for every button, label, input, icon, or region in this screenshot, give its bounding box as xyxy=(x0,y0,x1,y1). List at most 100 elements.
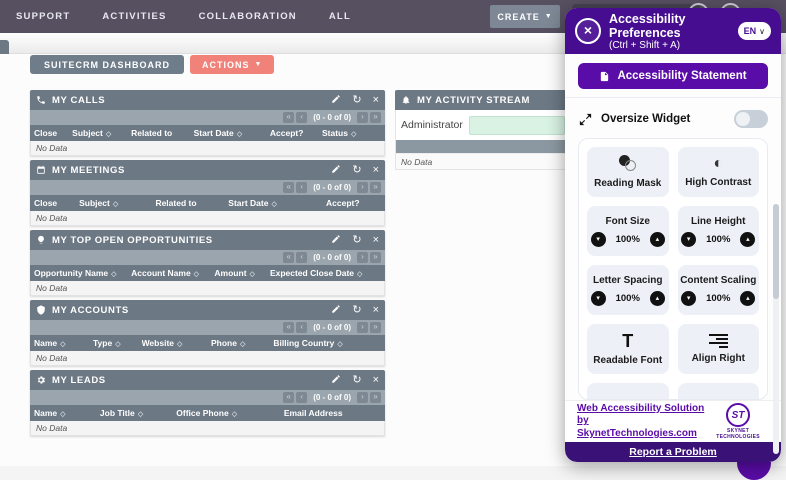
align-left-card[interactable] xyxy=(677,383,759,399)
pager-last-button[interactable]: » xyxy=(370,112,381,123)
create-button[interactable]: CREATE ▼ xyxy=(490,5,560,28)
post-input[interactable] xyxy=(468,115,565,135)
nav-item-collaboration[interactable]: COLLABORATION xyxy=(183,11,313,22)
pager-last-button[interactable]: » xyxy=(370,182,381,193)
pager-prev-button[interactable]: ‹ xyxy=(296,182,308,193)
oversize-widget-label: Oversize Widget xyxy=(601,113,691,125)
readable-font-card[interactable]: T Readable Font xyxy=(587,324,669,374)
create-label: CREATE xyxy=(497,11,540,22)
column-related-to[interactable]: Related to xyxy=(155,198,228,208)
pager-prev-button[interactable]: ‹ xyxy=(296,322,308,333)
suitecrm-dashboard-button[interactable]: SUITECRM DASHBOARD xyxy=(30,55,184,74)
decrease-button[interactable]: ▾ xyxy=(590,290,606,306)
column-start-date[interactable]: Start Date ◇ xyxy=(194,128,270,138)
font-size-value: 100% xyxy=(615,233,640,245)
sort-icon: ◇ xyxy=(337,341,343,348)
column-account-name[interactable]: Account Name ◇ xyxy=(131,268,214,278)
skynet-link[interactable]: Web Accessibility Solution by SkynetTech… xyxy=(577,403,707,441)
column-type[interactable]: Type ◇ xyxy=(93,338,142,348)
increase-button[interactable]: ▴ xyxy=(740,231,756,247)
nav-item-support[interactable]: SUPPORT xyxy=(0,11,86,22)
accessibility-statement-button[interactable]: Accessibility Statement xyxy=(578,63,768,89)
column-phone[interactable]: Phone ◇ xyxy=(211,338,273,348)
column-start-date[interactable]: Start Date ◇ xyxy=(228,198,304,208)
pager-prev-button[interactable]: ‹ xyxy=(296,392,308,403)
column-close[interactable]: Close xyxy=(34,198,79,208)
decrease-button[interactable]: ▾ xyxy=(681,290,697,306)
edit-icon[interactable] xyxy=(331,234,341,247)
column-amount[interactable]: Amount ◇ xyxy=(214,268,270,278)
no-data-text: No Data xyxy=(36,213,68,223)
pager-next-button[interactable]: › xyxy=(357,392,368,403)
pager-first-button[interactable]: « xyxy=(283,112,295,123)
pager-last-button[interactable]: » xyxy=(370,392,381,403)
close-icon[interactable]: × xyxy=(373,374,379,386)
pager-next-button[interactable]: › xyxy=(357,322,368,333)
refresh-icon[interactable]: ↻ xyxy=(352,164,361,176)
pager-next-button[interactable]: › xyxy=(357,112,368,123)
column-website[interactable]: Website ◇ xyxy=(142,338,211,348)
refresh-icon[interactable]: ↻ xyxy=(352,94,361,106)
pager-last-button[interactable]: » xyxy=(370,322,381,333)
nav-item-activities[interactable]: ACTIVITIES xyxy=(86,11,182,22)
align-right-card[interactable]: Align Right xyxy=(677,324,759,374)
pager-prev-button[interactable]: ‹ xyxy=(296,112,308,123)
scrollbar-thumb[interactable] xyxy=(773,204,779,299)
pager-next-button[interactable]: › xyxy=(357,182,368,193)
column-job-title[interactable]: Job Title ◇ xyxy=(100,408,176,418)
column-accept[interactable]: Accept? xyxy=(305,198,381,208)
edit-icon[interactable] xyxy=(331,164,341,177)
pager-next-button[interactable]: › xyxy=(357,252,368,263)
dashlet-header: MY CALLS ↻ × xyxy=(30,90,385,110)
card-label: Align Right xyxy=(691,353,745,364)
edit-icon[interactable] xyxy=(331,304,341,317)
column-billing-country[interactable]: Billing Country ◇ xyxy=(273,338,381,348)
column-name[interactable]: Name ◇ xyxy=(34,408,100,418)
decrease-button[interactable]: ▾ xyxy=(681,231,697,247)
language-selector[interactable]: EN ∨ xyxy=(737,22,771,40)
edit-icon[interactable] xyxy=(331,374,341,387)
pager-count: (0 - 0 of 0) xyxy=(313,393,351,402)
close-icon[interactable]: × xyxy=(373,234,379,246)
close-icon[interactable]: × xyxy=(575,18,601,44)
dashlet-header: MY ACCOUNTS ↻ × xyxy=(30,300,385,320)
pager-first-button[interactable]: « xyxy=(283,252,295,263)
high-contrast-card[interactable]: ◐ High Contrast xyxy=(677,147,759,197)
column-accept[interactable]: Accept? xyxy=(270,128,322,138)
increase-button[interactable]: ▴ xyxy=(740,290,756,306)
refresh-icon[interactable]: ↻ xyxy=(352,374,361,386)
oversize-widget-toggle[interactable] xyxy=(734,110,768,128)
column-status[interactable]: Status ◇ xyxy=(322,128,381,138)
nav-item-all[interactable]: ALL xyxy=(313,11,367,22)
edit-icon[interactable] xyxy=(331,94,341,107)
column-subject[interactable]: Subject ◇ xyxy=(72,128,131,138)
pager-prev-button[interactable]: ‹ xyxy=(296,252,308,263)
decrease-button[interactable]: ▾ xyxy=(590,231,606,247)
column-email-address[interactable]: Email Address xyxy=(284,408,381,418)
column-subject[interactable]: Subject ◇ xyxy=(79,198,155,208)
close-icon[interactable]: × xyxy=(373,304,379,316)
align-center-card[interactable] xyxy=(587,383,669,399)
panel-scrollbar xyxy=(773,204,779,454)
report-a-problem-link[interactable]: Report a Problem xyxy=(565,442,781,462)
refresh-icon[interactable]: ↻ xyxy=(352,304,361,316)
pager-first-button[interactable]: « xyxy=(283,392,295,403)
close-icon[interactable]: × xyxy=(373,164,379,176)
pager-first-button[interactable]: « xyxy=(283,182,295,193)
content-scaling-card: Content Scaling ▾ 100% ▴ xyxy=(677,265,759,315)
reading-mask-card[interactable]: Reading Mask xyxy=(587,147,669,197)
column-name[interactable]: Name ◇ xyxy=(34,338,93,348)
column-related-to[interactable]: Related to xyxy=(131,128,193,138)
increase-button[interactable]: ▴ xyxy=(649,231,665,247)
column-close[interactable]: Close xyxy=(34,128,72,138)
actions-button[interactable]: ACTIONS ▼ xyxy=(190,55,275,74)
column-opportunity-name[interactable]: Opportunity Name ◇ xyxy=(34,268,131,278)
increase-button[interactable]: ▴ xyxy=(649,290,665,306)
dashlet-my-meetings: MY MEETINGS ↻ × « ‹ (0 - 0 of 0) › » Clo… xyxy=(30,160,385,226)
column-office-phone[interactable]: Office Phone ◇ xyxy=(176,408,284,418)
pager-last-button[interactable]: » xyxy=(370,252,381,263)
close-icon[interactable]: × xyxy=(373,94,379,106)
refresh-icon[interactable]: ↻ xyxy=(352,234,361,246)
column-expected-close-date[interactable]: Expected Close Date ◇ xyxy=(270,268,381,278)
pager-first-button[interactable]: « xyxy=(283,322,295,333)
